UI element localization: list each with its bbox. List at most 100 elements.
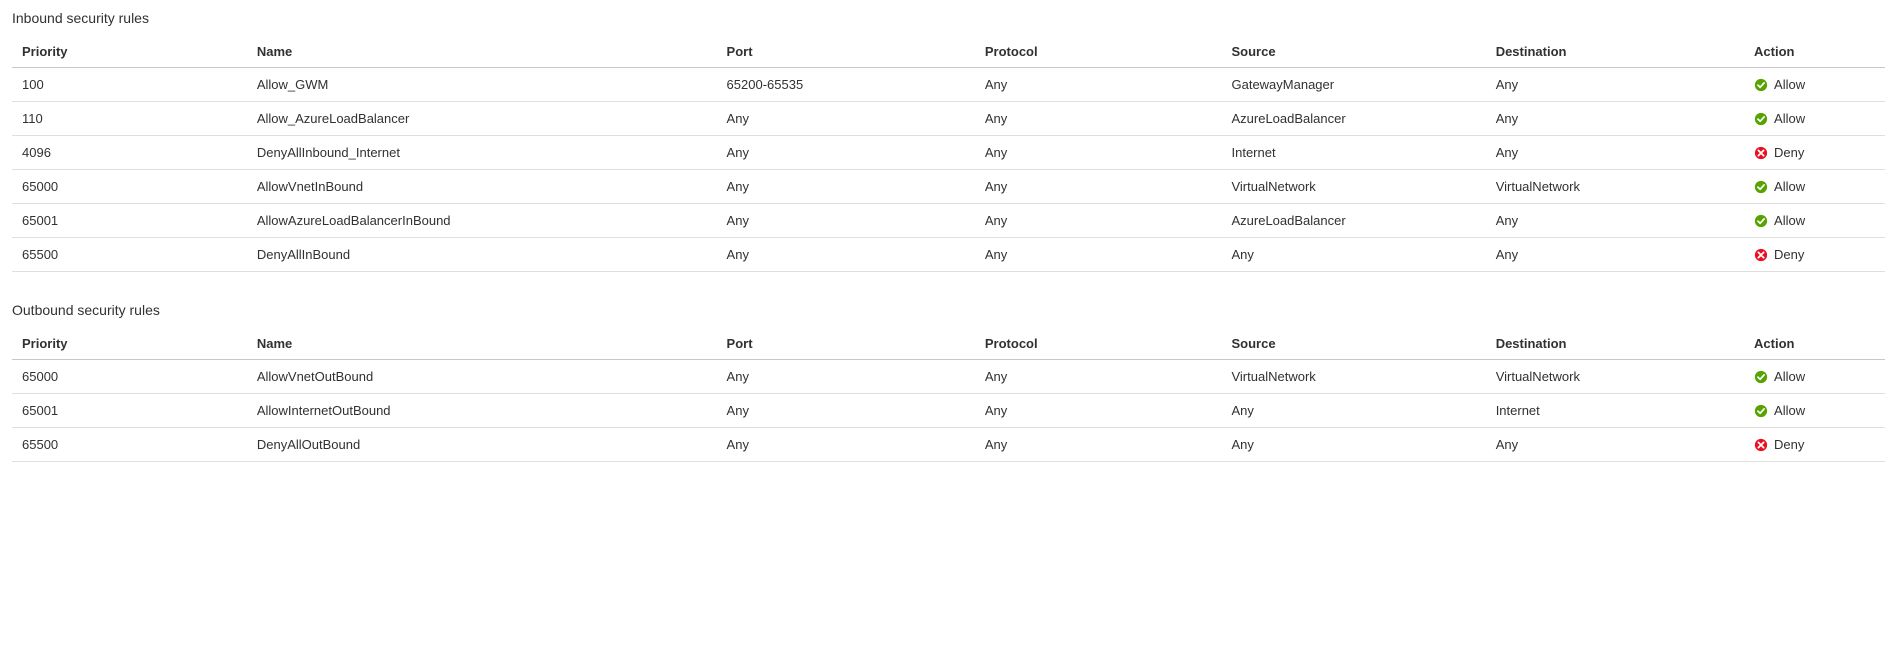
cell-source: AzureLoadBalancer xyxy=(1221,102,1485,136)
cell-port: 65200-65535 xyxy=(717,68,975,102)
action-label: Deny xyxy=(1774,437,1804,452)
table-row[interactable]: 100Allow_GWM65200-65535AnyGatewayManager… xyxy=(12,68,1885,102)
table-row[interactable]: 65500DenyAllInBoundAnyAnyAnyAnyDeny xyxy=(12,238,1885,272)
cell-source: Any xyxy=(1221,428,1485,462)
allow-icon xyxy=(1754,78,1768,92)
cell-source: Internet xyxy=(1221,136,1485,170)
cell-port: Any xyxy=(717,394,975,428)
action-label: Allow xyxy=(1774,111,1805,126)
action-wrapper: Allow xyxy=(1754,213,1875,228)
cell-action: Deny xyxy=(1744,238,1885,272)
action-wrapper: Allow xyxy=(1754,369,1875,384)
cell-name: AllowAzureLoadBalancerInBound xyxy=(247,204,717,238)
cell-name: AllowVnetOutBound xyxy=(247,360,717,394)
cell-protocol: Any xyxy=(975,238,1222,272)
cell-priority: 65000 xyxy=(12,360,247,394)
cell-protocol: Any xyxy=(975,394,1222,428)
cell-destination: Any xyxy=(1486,204,1744,238)
cell-destination: VirtualNetwork xyxy=(1486,360,1744,394)
cell-priority: 4096 xyxy=(12,136,247,170)
cell-destination: Internet xyxy=(1486,394,1744,428)
table-row[interactable]: 65000AllowVnetInBoundAnyAnyVirtualNetwor… xyxy=(12,170,1885,204)
cell-destination: VirtualNetwork xyxy=(1486,170,1744,204)
section-gap xyxy=(12,272,1885,300)
table-row[interactable]: 65001AllowInternetOutBoundAnyAnyAnyInter… xyxy=(12,394,1885,428)
cell-port: Any xyxy=(717,238,975,272)
cell-priority: 65000 xyxy=(12,170,247,204)
action-wrapper: Allow xyxy=(1754,111,1875,126)
action-label: Deny xyxy=(1774,145,1804,160)
column-header-destination[interactable]: Destination xyxy=(1486,36,1744,68)
cell-name: DenyAllInbound_Internet xyxy=(247,136,717,170)
cell-protocol: Any xyxy=(975,204,1222,238)
cell-protocol: Any xyxy=(975,136,1222,170)
table-row[interactable]: 4096DenyAllInbound_InternetAnyAnyInterne… xyxy=(12,136,1885,170)
cell-protocol: Any xyxy=(975,170,1222,204)
cell-protocol: Any xyxy=(975,360,1222,394)
cell-port: Any xyxy=(717,136,975,170)
cell-source: AzureLoadBalancer xyxy=(1221,204,1485,238)
cell-port: Any xyxy=(717,428,975,462)
cell-source: GatewayManager xyxy=(1221,68,1485,102)
cell-port: Any xyxy=(717,204,975,238)
column-header-name[interactable]: Name xyxy=(247,36,717,68)
cell-destination: Any xyxy=(1486,102,1744,136)
cell-protocol: Any xyxy=(975,68,1222,102)
table-row[interactable]: 65000AllowVnetOutBoundAnyAnyVirtualNetwo… xyxy=(12,360,1885,394)
action-label: Allow xyxy=(1774,213,1805,228)
cell-action: Deny xyxy=(1744,428,1885,462)
column-header-destination[interactable]: Destination xyxy=(1486,328,1744,360)
deny-icon xyxy=(1754,146,1768,160)
cell-destination: Any xyxy=(1486,428,1744,462)
action-wrapper: Deny xyxy=(1754,437,1875,452)
column-header-protocol[interactable]: Protocol xyxy=(975,328,1222,360)
cell-destination: Any xyxy=(1486,68,1744,102)
cell-priority: 65500 xyxy=(12,238,247,272)
cell-destination: Any xyxy=(1486,238,1744,272)
column-header-port[interactable]: Port xyxy=(717,36,975,68)
cell-source: VirtualNetwork xyxy=(1221,360,1485,394)
action-wrapper: Deny xyxy=(1754,247,1875,262)
table-row[interactable]: 65001AllowAzureLoadBalancerInBoundAnyAny… xyxy=(12,204,1885,238)
allow-icon xyxy=(1754,370,1768,384)
column-header-priority[interactable]: Priority xyxy=(12,36,247,68)
action-label: Allow xyxy=(1774,369,1805,384)
cell-protocol: Any xyxy=(975,428,1222,462)
cell-port: Any xyxy=(717,360,975,394)
cell-port: Any xyxy=(717,102,975,136)
cell-action: Allow xyxy=(1744,360,1885,394)
table-row[interactable]: 65500DenyAllOutBoundAnyAnyAnyAnyDeny xyxy=(12,428,1885,462)
inbound-rules-title: Inbound security rules xyxy=(12,8,1885,36)
cell-source: VirtualNetwork xyxy=(1221,170,1485,204)
cell-name: DenyAllInBound xyxy=(247,238,717,272)
cell-action: Allow xyxy=(1744,68,1885,102)
cell-action: Allow xyxy=(1744,394,1885,428)
column-header-action[interactable]: Action xyxy=(1744,328,1885,360)
column-header-name[interactable]: Name xyxy=(247,328,717,360)
column-header-protocol[interactable]: Protocol xyxy=(975,36,1222,68)
cell-destination: Any xyxy=(1486,136,1744,170)
action-wrapper: Allow xyxy=(1754,77,1875,92)
allow-icon xyxy=(1754,214,1768,228)
allow-icon xyxy=(1754,404,1768,418)
cell-priority: 110 xyxy=(12,102,247,136)
action-label: Deny xyxy=(1774,247,1804,262)
action-label: Allow xyxy=(1774,77,1805,92)
column-header-source[interactable]: Source xyxy=(1221,328,1485,360)
column-header-source[interactable]: Source xyxy=(1221,36,1485,68)
cell-action: Allow xyxy=(1744,204,1885,238)
column-header-action[interactable]: Action xyxy=(1744,36,1885,68)
cell-action: Allow xyxy=(1744,102,1885,136)
column-header-port[interactable]: Port xyxy=(717,328,975,360)
outbound-rules-title: Outbound security rules xyxy=(12,300,1885,328)
cell-name: Allow_GWM xyxy=(247,68,717,102)
column-header-priority[interactable]: Priority xyxy=(12,328,247,360)
cell-priority: 65001 xyxy=(12,204,247,238)
cell-name: AllowVnetInBound xyxy=(247,170,717,204)
action-wrapper: Allow xyxy=(1754,179,1875,194)
cell-priority: 65500 xyxy=(12,428,247,462)
table-row[interactable]: 110Allow_AzureLoadBalancerAnyAnyAzureLoa… xyxy=(12,102,1885,136)
action-label: Allow xyxy=(1774,403,1805,418)
allow-icon xyxy=(1754,112,1768,126)
cell-name: Allow_AzureLoadBalancer xyxy=(247,102,717,136)
